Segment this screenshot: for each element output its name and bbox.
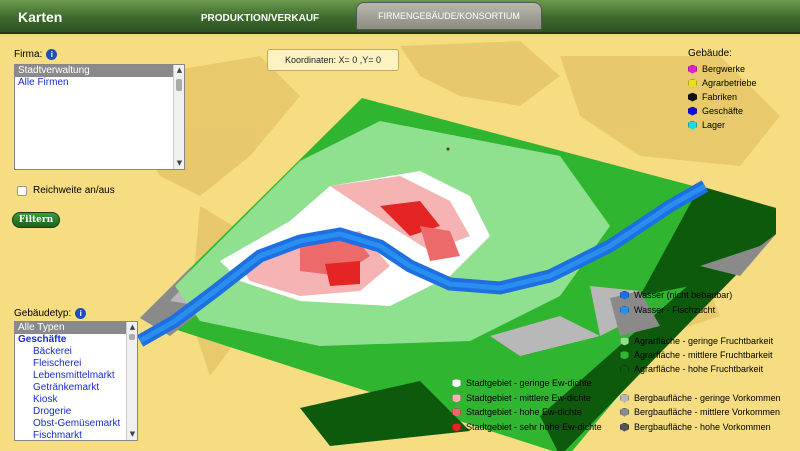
legend-label: Lager bbox=[702, 120, 726, 130]
firma-label: Firma: i bbox=[14, 49, 58, 60]
legend-label: Wasser - Fischzucht bbox=[634, 305, 716, 315]
cube-icon bbox=[452, 422, 461, 432]
cube-icon bbox=[620, 350, 629, 360]
cube-icon bbox=[620, 290, 629, 300]
scroll-up-icon[interactable]: ▲ bbox=[128, 323, 137, 332]
top-bar: Karten PRODUKTION/VERKAUF FIRMENGEBÄUDE/… bbox=[0, 0, 800, 34]
scrollbar[interactable]: ▲ ▼ bbox=[173, 65, 184, 169]
legend-label: Geschäfte bbox=[702, 106, 744, 116]
city-legend-item: Stadtgebiet - sehr hohe Ew-dichte bbox=[452, 421, 602, 433]
cube-icon bbox=[620, 305, 629, 315]
map-panel: Firma: i Stadtverwaltung Alle Firmen ▲ ▼ … bbox=[0, 36, 800, 451]
legend-label: Bergbaufläche - hohe Vorkommen bbox=[634, 422, 771, 432]
legend-label: Stadtgebiet - hohe Ew-dichte bbox=[466, 407, 582, 417]
gebaeudetyp-label: Gebäudetyp: i bbox=[14, 308, 87, 319]
list-item[interactable]: Fischmarkt bbox=[15, 430, 137, 440]
terrain-legend-item: Agrarfläche - mittlere Fruchtbarkeit bbox=[620, 349, 773, 361]
list-item[interactable]: Getränkemarkt bbox=[15, 382, 137, 394]
reichweite-label: Reichweite an/aus bbox=[33, 185, 115, 196]
legend-label: Bergbaufläche - geringe Vorkommen bbox=[634, 393, 781, 403]
terrain-legend-item: Wasser - Fischzucht bbox=[620, 304, 715, 316]
cube-icon bbox=[688, 120, 697, 130]
gebaeudetyp-label-text: Gebäudetyp: bbox=[14, 308, 72, 319]
legend-label: Bergwerke bbox=[702, 64, 746, 74]
gebaeude-legend-title: Gebäude: bbox=[688, 48, 732, 59]
cube-icon bbox=[452, 407, 461, 417]
terrain-legend-item: Agrarfläche - geringe Fruchtbarkeit bbox=[620, 335, 773, 347]
list-item[interactable]: Geschäfte bbox=[15, 334, 137, 346]
cube-icon bbox=[620, 336, 629, 346]
list-item[interactable]: Stadtverwaltung bbox=[15, 65, 184, 77]
cube-icon bbox=[688, 106, 697, 116]
legend-label: Agrarfläche - geringe Fruchtbarkeit bbox=[634, 336, 774, 346]
terrain-legend-item: Bergbaufläche - mittlere Vorkommen bbox=[620, 406, 780, 418]
cube-icon bbox=[688, 78, 697, 88]
legend-label: Bergbaufläche - mittlere Vorkommen bbox=[634, 407, 781, 417]
cube-icon bbox=[620, 364, 629, 374]
terrain-legend-item: Bergbaufläche - geringe Vorkommen bbox=[620, 392, 781, 404]
list-item[interactable]: Obst-Gemüsemarkt bbox=[15, 418, 137, 430]
coordinates-readout: Koordinaten: X= 0 ,Y= 0 bbox=[267, 49, 399, 71]
terrain-legend-item: Agrarfläche - hohe Fruchtbarkeit bbox=[620, 363, 763, 375]
list-item[interactable]: Fleischerei bbox=[15, 358, 137, 370]
firma-label-text: Firma: bbox=[14, 49, 43, 60]
gebaeude-legend-item: Agrarbetriebe bbox=[688, 77, 757, 89]
legend-label: Agrarbetriebe bbox=[702, 78, 757, 88]
scroll-up-icon[interactable]: ▲ bbox=[175, 66, 184, 75]
legend-label: Fabriken bbox=[702, 92, 738, 102]
info-icon[interactable]: i bbox=[75, 308, 87, 319]
cube-icon bbox=[620, 393, 629, 403]
legend-label: Stadtgebiet - mittlere Ew-dichte bbox=[466, 393, 592, 403]
tab-firmengebaeude-konsortium[interactable]: FIRMENGEBÄUDE/KONSORTIUM bbox=[356, 2, 542, 30]
city-legend-item: Stadtgebiet - hohe Ew-dichte bbox=[452, 406, 582, 418]
firma-listbox[interactable]: Stadtverwaltung Alle Firmen ▲ ▼ bbox=[14, 64, 185, 170]
list-item[interactable]: Lebensmittelmarkt bbox=[15, 370, 137, 382]
cube-icon bbox=[620, 407, 629, 417]
gebaeude-legend-item: Fabriken bbox=[688, 91, 737, 103]
terrain-legend-item: Bergbaufläche - hohe Vorkommen bbox=[620, 421, 771, 433]
gebaeude-legend-item: Lager bbox=[688, 119, 725, 131]
cube-icon bbox=[688, 64, 697, 74]
reichweite-checkbox[interactable] bbox=[17, 186, 27, 196]
list-item[interactable]: Kiosk bbox=[15, 394, 137, 406]
terrain-legend-item: Wasser (nicht bebaubar) bbox=[620, 289, 732, 301]
legend-label: Stadtgebiet - sehr hohe Ew-dichte bbox=[466, 422, 602, 432]
filter-button[interactable]: Filtern bbox=[12, 212, 60, 228]
city-legend-item: Stadtgebiet - mittlere Ew-dichte bbox=[452, 392, 591, 404]
cube-icon bbox=[452, 378, 461, 388]
tab-produktion-verkauf[interactable]: PRODUKTION/VERKAUF bbox=[180, 6, 340, 30]
list-item[interactable]: Alle Firmen bbox=[15, 77, 184, 89]
legend-label: Agrarfläche - mittlere Fruchtbarkeit bbox=[634, 350, 773, 360]
scroll-thumb[interactable] bbox=[129, 334, 135, 340]
info-icon[interactable]: i bbox=[46, 49, 58, 60]
gebaeude-legend-item: Geschäfte bbox=[688, 105, 743, 117]
list-item[interactable]: Bäckerei bbox=[15, 346, 137, 358]
gebaeudetyp-listbox[interactable]: Alle Typen Geschäfte Bäckerei Fleischere… bbox=[14, 321, 138, 441]
city-legend-item: Stadtgebiet - geringe Ew-dichte bbox=[452, 377, 592, 389]
scroll-down-icon[interactable]: ▼ bbox=[128, 430, 137, 439]
gebaeude-legend-item: Bergwerke bbox=[688, 63, 745, 75]
scrollbar[interactable]: ▲ ▼ bbox=[126, 322, 137, 440]
app-title: Karten bbox=[18, 9, 63, 25]
legend-label: Agrarfläche - hohe Fruchtbarkeit bbox=[634, 364, 764, 374]
scroll-down-icon[interactable]: ▼ bbox=[175, 159, 184, 168]
list-item[interactable]: Drogerie bbox=[15, 406, 137, 418]
list-item[interactable]: Alle Typen bbox=[15, 322, 137, 334]
cube-icon bbox=[620, 422, 629, 432]
cube-icon bbox=[452, 393, 461, 403]
scroll-thumb[interactable] bbox=[176, 79, 182, 91]
legend-label: Wasser (nicht bebaubar) bbox=[634, 290, 733, 300]
legend-label: Stadtgebiet - geringe Ew-dichte bbox=[466, 378, 592, 388]
cube-icon bbox=[688, 92, 697, 102]
